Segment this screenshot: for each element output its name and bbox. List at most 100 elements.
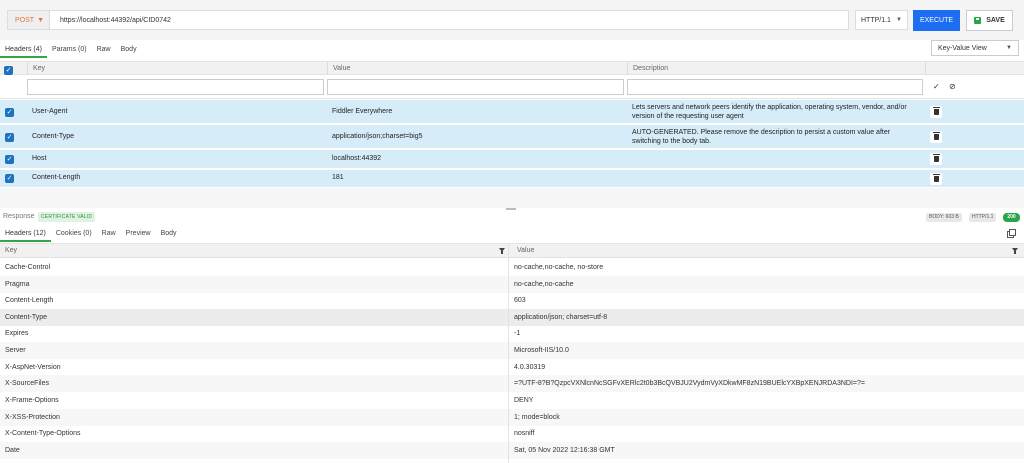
filter-icon[interactable]	[1012, 248, 1018, 254]
header-key: Server	[5, 347, 26, 354]
request-tabs: Headers (4) Params (0) Raw Body	[0, 44, 142, 58]
table-row[interactable]: X-AspNet-Version 4.0.30319	[0, 359, 1024, 376]
tab-headers[interactable]: Headers (4)	[0, 44, 47, 58]
header-value[interactable]: Fiddler Everywhere	[332, 108, 392, 115]
header-key[interactable]: Content-Length	[32, 174, 80, 181]
copy-icon[interactable]	[1007, 229, 1016, 238]
confirm-icon[interactable]: ✓	[933, 82, 940, 91]
table-row[interactable]: ✓ Content-Type application/json;charset=…	[0, 125, 1024, 149]
tab-preview[interactable]: Preview	[121, 228, 156, 242]
header-key: X-SourceFiles	[5, 380, 49, 387]
header-value: =?UTF-8?B?QzpcVXNlcnNcSGFvXERlc2t0b3BcQV…	[514, 380, 865, 387]
cancel-icon[interactable]: ⊘	[949, 82, 956, 91]
checkbox-icon: ✓	[5, 108, 14, 117]
tab-raw[interactable]: Raw	[92, 44, 116, 58]
table-row[interactable]: Expires -1	[0, 325, 1024, 342]
header-value[interactable]: application/json;charset=big5	[332, 133, 422, 140]
table-row[interactable]: Server Microsoft-IIS/10.0	[0, 342, 1024, 359]
tab-cookies[interactable]: Cookies (0)	[51, 228, 97, 242]
row-checkbox[interactable]: ✓	[5, 133, 14, 142]
table-row[interactable]: Date Sat, 05 Nov 2022 12:16:38 GMT	[0, 442, 1024, 459]
select-all-checkbox[interactable]: ✓	[0, 62, 13, 75]
header-value[interactable]: 181	[332, 174, 344, 181]
header-description[interactable]: AUTO-GENERATED. Please remove the descri…	[632, 128, 917, 146]
row-checkbox[interactable]: ✓	[5, 155, 14, 164]
filter-icon[interactable]	[499, 248, 505, 254]
table-row[interactable]: X-Frame-Options DENY	[0, 392, 1024, 409]
header-value: 1; mode=block	[514, 414, 560, 421]
header-value: application/json; charset=utf-8	[514, 314, 608, 321]
table-row[interactable]: ✓ Content-Length 181	[0, 170, 1024, 188]
response-label: Response	[3, 213, 35, 220]
row-checkbox[interactable]: ✓	[5, 108, 14, 117]
tab-body[interactable]: Body	[116, 44, 142, 58]
column-key[interactable]: Key	[5, 244, 17, 257]
column-key[interactable]: Key	[27, 62, 327, 75]
header-key[interactable]: Host	[32, 155, 46, 162]
header-value: 4.0.30319	[514, 364, 546, 371]
header-key: Content-Type	[5, 314, 48, 321]
checkbox-icon: ✓	[4, 66, 13, 75]
save-button[interactable]: SAVE	[966, 10, 1013, 31]
response-grid-header: Key Value	[0, 243, 1024, 258]
header-key: Pragma	[5, 281, 30, 288]
row-checkbox[interactable]: ✓	[5, 174, 14, 183]
header-value[interactable]: localhost:44392	[332, 155, 381, 162]
trash-icon[interactable]	[930, 173, 942, 185]
column-description[interactable]: Description	[627, 62, 925, 75]
header-key[interactable]: User-Agent	[32, 108, 67, 115]
table-row[interactable]: Pragma no-cache,no-cache	[0, 276, 1024, 293]
column-actions	[925, 62, 1024, 75]
grid-empty-area	[0, 188, 1024, 208]
http-version-badge: HTTP/1.1	[969, 213, 997, 222]
table-row[interactable]: ✓ User-Agent Fiddler Everywhere Lets ser…	[0, 100, 1024, 124]
checkbox-icon: ✓	[5, 174, 14, 183]
trash-icon[interactable]	[930, 153, 942, 165]
header-value: nosniff	[514, 430, 535, 437]
save-icon	[974, 17, 982, 24]
column-value[interactable]: Value	[517, 244, 534, 257]
execute-button[interactable]: EXECUTE	[913, 10, 960, 31]
new-header-row	[0, 75, 1024, 99]
trash-icon[interactable]	[930, 131, 942, 143]
header-key: Expires	[5, 330, 29, 337]
checkbox-icon: ✓	[5, 133, 14, 142]
tab-params[interactable]: Params (0)	[47, 44, 92, 58]
panel-splitter-handle[interactable]	[506, 208, 516, 210]
table-row[interactable]: X-SourceFiles =?UTF-8?B?QzpcVXNlcnNcSGFvX…	[0, 375, 1024, 392]
table-row[interactable]: Cache-Control no-cache,no-cache, no-store	[0, 259, 1024, 276]
column-value[interactable]: Value	[327, 62, 627, 75]
new-value-input[interactable]	[327, 79, 624, 95]
tab-response-headers[interactable]: Headers (12)	[0, 228, 51, 242]
header-key: X-AspNet-Version	[5, 364, 61, 371]
http-version-label: HTTP/1.1	[861, 16, 891, 24]
view-mode-select[interactable]: Key-Value View ▼	[931, 40, 1019, 56]
new-key-input[interactable]	[27, 79, 324, 95]
http-version-select[interactable]: HTTP/1.1 ▼	[855, 10, 908, 30]
url-input[interactable]: https://localhost:44392/api/CID0742	[50, 17, 171, 24]
status-code-badge: 200	[1003, 213, 1020, 222]
table-row[interactable]: X-Content-Type-Options nosniff	[0, 425, 1024, 442]
table-row[interactable]: X-XSS-Protection 1; mode=block	[0, 409, 1024, 426]
header-key: X-XSS-Protection	[5, 414, 60, 421]
header-key[interactable]: Content-Type	[32, 133, 74, 140]
new-description-input[interactable]	[627, 79, 923, 95]
method-label: POST	[15, 16, 35, 24]
table-row[interactable]: Content-Type application/json; charset=ut…	[0, 309, 1024, 326]
column-divider[interactable]	[508, 243, 509, 463]
tab-response-body[interactable]: Body	[156, 228, 182, 242]
trash-icon[interactable]	[930, 106, 942, 118]
chevron-down-icon: ▼	[1006, 45, 1012, 51]
header-key: Cache-Control	[5, 264, 51, 271]
header-value: Microsoft-IIS/10.0	[514, 347, 569, 354]
header-value: DENY	[514, 397, 534, 404]
header-description[interactable]: Lets servers and network peers identify …	[632, 103, 917, 121]
header-value: no-cache,no-cache, no-store	[514, 264, 604, 271]
table-row[interactable]: Content-Length 603	[0, 292, 1024, 309]
table-row[interactable]: ✓ Host localhost:44392	[0, 150, 1024, 169]
chevron-down-icon: ▼	[896, 17, 902, 23]
tab-response-raw[interactable]: Raw	[97, 228, 121, 242]
header-value: no-cache,no-cache	[514, 281, 574, 288]
method-select[interactable]: POST ▼	[8, 11, 50, 29]
url-box: POST ▼ https://localhost:44392/api/CID07…	[7, 10, 849, 30]
